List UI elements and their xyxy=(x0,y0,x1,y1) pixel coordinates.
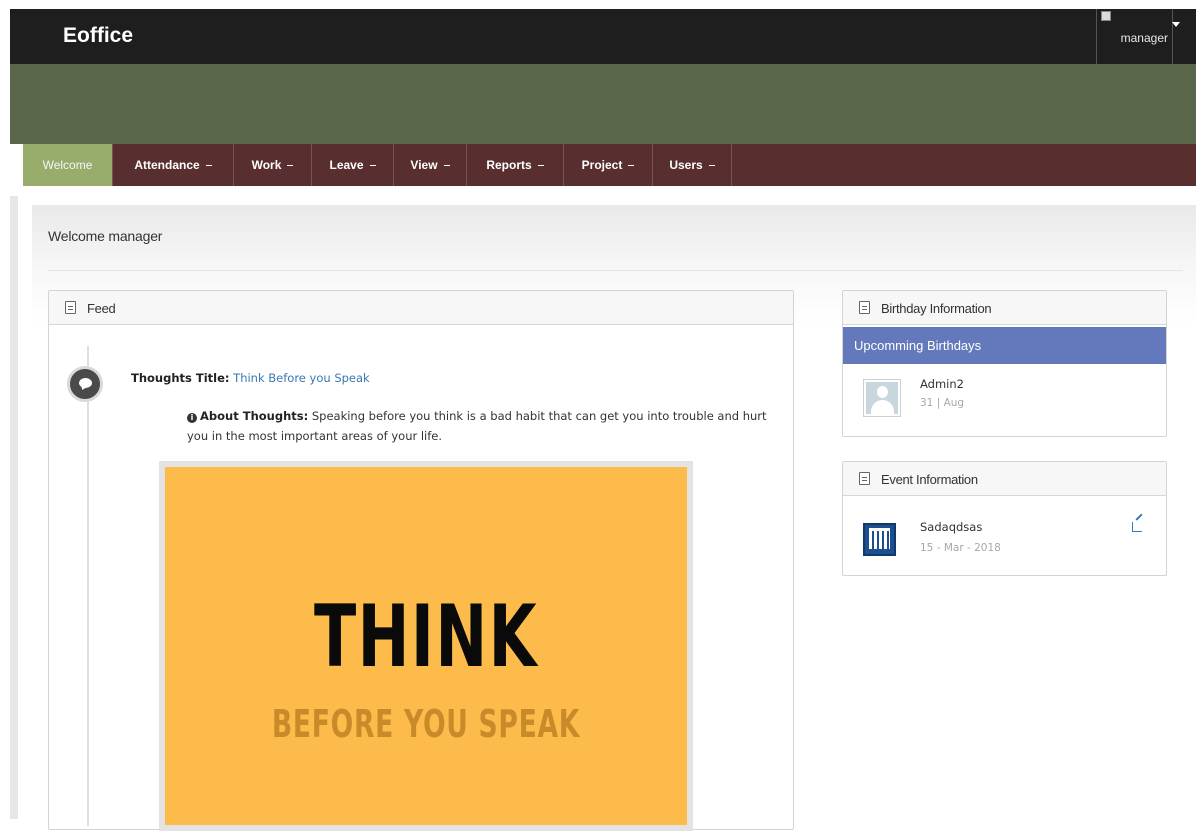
user-name: manager xyxy=(1120,31,1168,45)
document-icon xyxy=(65,301,76,314)
caret-down-icon xyxy=(537,164,544,166)
user-menu[interactable]: manager xyxy=(1096,9,1173,64)
nav-label: Work xyxy=(251,158,282,172)
caret-down-icon xyxy=(287,164,294,166)
birthday-panel-title: Birthday Information xyxy=(881,301,992,316)
info-circle-icon: i xyxy=(187,413,197,423)
feed-panel-header: Feed xyxy=(49,291,793,325)
upcoming-birthdays-header: Upcomming Birthdays xyxy=(843,327,1166,364)
poster-small-text: BEFORE YOU SPEAK xyxy=(271,702,581,746)
user-placeholder-icon xyxy=(866,382,898,414)
timeline-line xyxy=(87,346,89,826)
about-thoughts: i About Thoughts: Speaking before you thi… xyxy=(187,406,767,446)
nav-label: Reports xyxy=(486,158,532,172)
user-dropdown-caret-icon[interactable] xyxy=(1172,22,1180,27)
user-avatar-icon xyxy=(1101,11,1111,21)
nav-welcome[interactable]: Welcome xyxy=(23,144,113,186)
birthday-name: Admin2 xyxy=(920,377,964,391)
thought-title-label: Thoughts Title: xyxy=(131,371,230,385)
birthday-panel: Birthday Information Upcomming Birthdays… xyxy=(842,290,1167,437)
birthday-date: 31 | Aug xyxy=(920,397,965,409)
avatar xyxy=(863,379,901,417)
event-panel-header: Event Information xyxy=(843,462,1166,496)
nav-reports[interactable]: Reports xyxy=(467,144,564,186)
nav-label: Leave xyxy=(329,158,364,172)
caret-down-icon xyxy=(443,164,450,166)
nav-leave[interactable]: Leave xyxy=(312,144,394,186)
event-name: Sadaqdsas xyxy=(920,520,983,534)
birthday-panel-header: Birthday Information xyxy=(843,291,1166,325)
feed-panel-title: Feed xyxy=(87,301,116,316)
page-title: Welcome manager xyxy=(48,228,163,244)
top-bar: Eoffice manager xyxy=(10,9,1196,64)
nav-users[interactable]: Users xyxy=(653,144,732,186)
nav-label: View xyxy=(410,158,438,172)
nav-view[interactable]: View xyxy=(394,144,467,186)
about-thoughts-label: About Thoughts: xyxy=(200,409,309,423)
thought-title-link[interactable]: Think Before you Speak xyxy=(233,371,370,385)
feed-panel: Feed Thoughts Title: Think Before you Sp… xyxy=(48,290,794,831)
comment-bubble-icon xyxy=(67,366,103,402)
event-panel: Event Information Sadaqdsas 15 - Mar - 2… xyxy=(842,461,1167,576)
nav-label: Users xyxy=(669,158,703,172)
main-navbar: Welcome Attendance Work Leave View Repor… xyxy=(23,144,1196,186)
nav-work[interactable]: Work xyxy=(234,144,312,186)
nav-project[interactable]: Project xyxy=(564,144,653,186)
title-divider xyxy=(48,270,1183,271)
left-rail xyxy=(10,196,18,819)
thought-title: Thoughts Title: Think Before you Speak xyxy=(131,371,370,385)
caret-down-icon xyxy=(205,164,212,166)
nav-label: Project xyxy=(581,158,623,172)
nav-label: Attendance xyxy=(134,158,200,172)
caret-down-icon xyxy=(708,164,715,166)
calendar-icon xyxy=(863,523,896,556)
nav-label: Welcome xyxy=(42,158,93,172)
document-icon xyxy=(859,301,870,314)
thought-image-poster: THINK BEFORE YOU SPEAK xyxy=(165,467,687,825)
caret-down-icon xyxy=(628,164,635,166)
brand-logo[interactable]: Eoffice xyxy=(63,24,133,48)
caret-down-icon xyxy=(369,164,376,166)
nav-attendance[interactable]: Attendance xyxy=(113,144,234,186)
poster-big-text: THINK xyxy=(313,587,539,687)
event-panel-title: Event Information xyxy=(881,472,978,487)
header-banner xyxy=(10,64,1196,144)
external-link-icon[interactable] xyxy=(1132,522,1142,532)
event-date: 15 - Mar - 2018 xyxy=(920,542,1001,554)
document-icon xyxy=(859,472,870,485)
thought-image: THINK BEFORE YOU SPEAK xyxy=(159,461,693,831)
